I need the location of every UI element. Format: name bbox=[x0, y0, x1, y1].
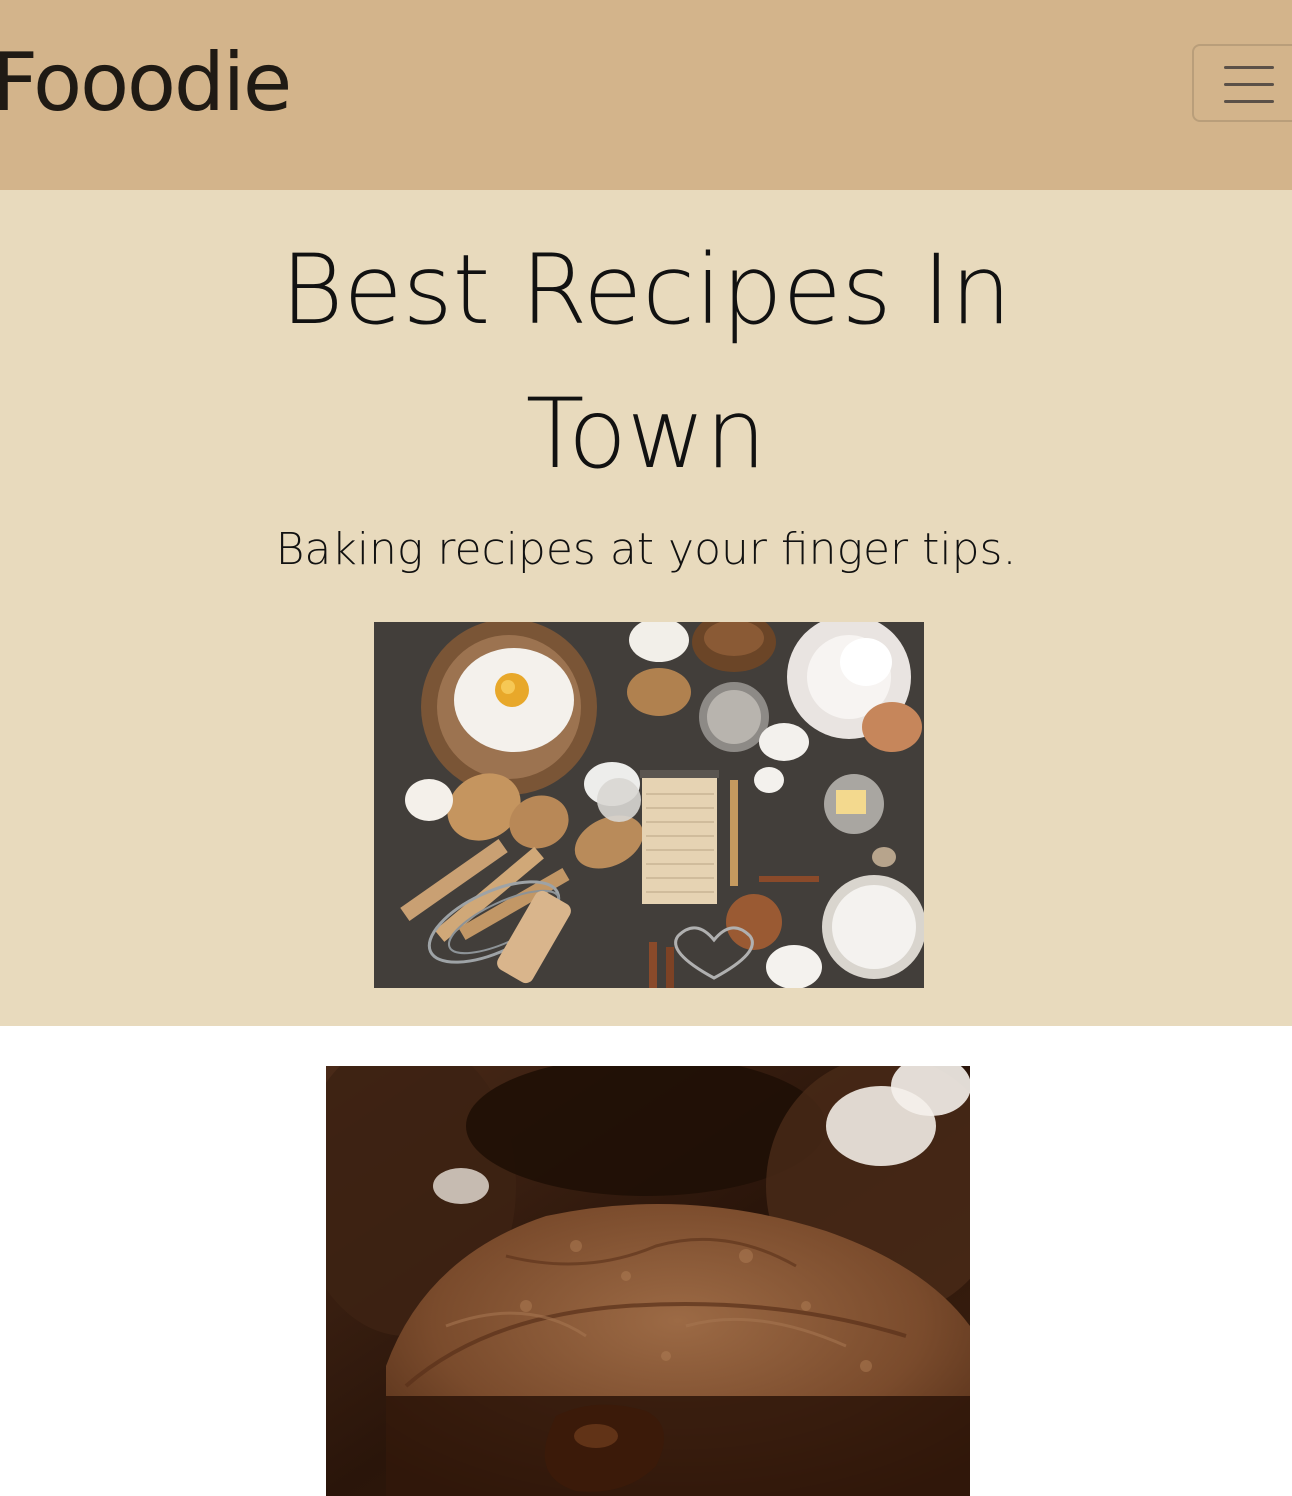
menu-toggle-button[interactable] bbox=[1192, 44, 1292, 122]
hero-subtitle: Baking recipes at your finger tips. bbox=[275, 524, 1017, 575]
hero-title: Best Recipes In Town bbox=[280, 234, 1012, 490]
chocolate-brownie-image bbox=[326, 1066, 970, 1496]
navbar: Fooodie bbox=[0, 0, 1292, 190]
brand-logo[interactable]: Fooodie bbox=[0, 28, 292, 138]
hero-section: Best Recipes In Town Baking recipes at y… bbox=[0, 190, 1292, 1026]
baking-ingredients-image bbox=[374, 622, 924, 988]
